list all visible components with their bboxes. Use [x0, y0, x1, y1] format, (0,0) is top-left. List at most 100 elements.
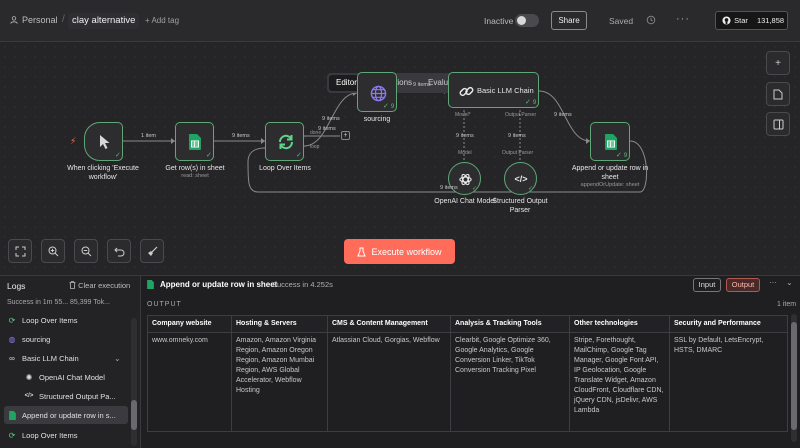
chain-icon: ∞: [9, 353, 15, 363]
table-header: Security and Performance: [669, 315, 788, 333]
saved-status: Saved: [609, 16, 634, 26]
add-node-plus-icon[interactable]: +: [341, 131, 350, 140]
output-table: Company website Hosting & Servers CMS & …: [147, 315, 788, 432]
project-name: Personal: [22, 15, 58, 25]
table-cell: Stripe, Forethought, MailChimp, Google T…: [569, 332, 670, 432]
success-check-icon: ✓ 9: [383, 103, 395, 110]
active-toggle[interactable]: [515, 14, 539, 27]
status-label: Inactive: [484, 16, 514, 26]
top-bar: Personal / clay alternative + Add tag In…: [0, 0, 800, 42]
google-sheets-icon: [604, 133, 618, 151]
logs-scroll-thumb[interactable]: [131, 400, 137, 430]
user-icon: [10, 16, 18, 24]
log-item-label: Structured Output Pa...: [39, 391, 116, 401]
zoom-out-icon: [81, 246, 91, 256]
log-item[interactable]: ⟳ Loop Over Items: [4, 426, 128, 444]
log-item-label: Loop Over Items: [22, 430, 78, 440]
chevron-down-icon[interactable]: ⌄: [114, 354, 121, 363]
output-toggle-button[interactable]: Output: [726, 278, 760, 292]
github-star-button[interactable]: Star: [715, 11, 755, 30]
workflow-canvas[interactable]: Editor Executions Evaluations ⚡ ✓ When c…: [0, 42, 800, 275]
sticky-note-button[interactable]: [766, 82, 790, 106]
sheet-icon: [7, 410, 17, 420]
undo-icon: [113, 247, 124, 256]
node-basic-llm-chain[interactable]: Basic LLM Chain ✓ 9: [448, 72, 539, 108]
llm-model-port: Model*: [455, 112, 471, 118]
more-options-icon[interactable]: ···: [769, 278, 777, 287]
logs-scrollbar[interactable]: [131, 318, 137, 446]
log-item[interactable]: ✺ OpenAI Chat Model: [4, 368, 128, 386]
label-llm-append: 9 items: [554, 112, 572, 118]
node-append-update-row[interactable]: ✓ 9: [590, 122, 630, 161]
clear-execution-button[interactable]: Clear execution: [69, 281, 130, 290]
logs-title: Logs: [7, 281, 26, 291]
more-options-icon[interactable]: ···: [676, 13, 690, 25]
github-star-count[interactable]: 131,858: [754, 11, 788, 30]
breadcrumb-separator: /: [62, 14, 65, 25]
node-sourcing[interactable]: ✓ 9: [357, 72, 397, 112]
zoom-out-button[interactable]: [74, 239, 98, 263]
zoom-in-icon: [48, 246, 58, 256]
table-row: www.omneky.com Amazon, Amazon Virginia R…: [147, 332, 788, 432]
node-loop-over-items[interactable]: ✓: [265, 122, 304, 161]
note-icon: [773, 89, 783, 99]
success-check-icon: ✓ 9: [525, 99, 537, 106]
add-tag-button[interactable]: + Add tag: [145, 16, 179, 25]
run-count-badge: 9: [623, 153, 628, 159]
log-item[interactable]: Append or update row in s...: [4, 406, 128, 424]
flask-icon: [357, 247, 367, 256]
clear-execution-label: Clear execution: [78, 281, 131, 290]
node-llm-chain-label: Basic LLM Chain: [477, 86, 534, 95]
execute-workflow-button[interactable]: Execute workflow: [344, 239, 455, 264]
table-cell: SSL by Default, LetsEncrypt, HSTS, DMARC: [669, 332, 788, 432]
add-node-button[interactable]: +: [766, 51, 790, 75]
node-parser-label: Structured Output Parser: [492, 198, 548, 214]
node-get-rows[interactable]: ✓: [175, 122, 214, 161]
output-scrollbar[interactable]: [791, 314, 797, 442]
undo-button[interactable]: [107, 239, 131, 263]
loop-arrows-icon: [276, 132, 296, 152]
success-check-icon: ✓: [115, 152, 121, 159]
log-item[interactable]: </> Structured Output Pa...: [4, 387, 128, 405]
breadcrumb-project[interactable]: Personal: [10, 15, 58, 25]
chain-link-icon: [456, 81, 476, 101]
node-manual-trigger[interactable]: ✓: [84, 122, 123, 161]
github-star-label: Star: [734, 16, 748, 25]
log-item[interactable]: ∞ Basic LLM Chain ⌄: [4, 349, 128, 367]
log-item[interactable]: ⟳ Loop Over Items: [4, 311, 128, 329]
globe-icon: ◍: [8, 334, 16, 344]
logs-summary: Success in 1m 55... 85,399 Tok...: [7, 299, 110, 306]
node-get-rows-sub: read: sheet: [181, 173, 209, 179]
google-sheets-icon: [188, 133, 202, 151]
share-button[interactable]: Share: [551, 11, 587, 30]
run-count-badge: 9: [532, 100, 537, 106]
cursor-icon: [96, 132, 114, 152]
zoom-in-button[interactable]: [41, 239, 65, 263]
trigger-bolt-icon: ⚡: [70, 136, 77, 146]
log-item-label: sourcing: [22, 334, 51, 344]
label-loop-sourcing: 9 items: [322, 116, 340, 122]
broom-icon: [147, 246, 157, 256]
table-cell: Atlassian Cloud, Gorgias, Webflow: [327, 332, 451, 432]
fit-view-button[interactable]: [8, 239, 32, 263]
run-count-badge: 9: [390, 104, 395, 110]
log-item-label: Append or update row in s...: [22, 410, 116, 420]
label-llm-model: 9 items: [456, 133, 474, 139]
log-item-label: Basic LLM Chain: [22, 353, 79, 363]
workflow-name[interactable]: clay alternative: [68, 13, 140, 29]
openai-model-port: Model: [458, 150, 472, 156]
output-scroll-thumb[interactable]: [791, 322, 797, 430]
collapse-icon[interactable]: ⌄: [786, 278, 793, 287]
history-icon[interactable]: [646, 15, 656, 28]
node-structured-output-parser[interactable]: </> ✓: [504, 162, 537, 195]
log-item[interactable]: ◍ sourcing: [4, 330, 128, 348]
input-toggle-button[interactable]: Input: [693, 278, 721, 292]
panel-icon: [773, 119, 783, 129]
execute-workflow-label: Execute workflow: [371, 246, 442, 257]
detail-status: Success in 4.252s: [272, 280, 333, 289]
openai-icon: ✺: [25, 372, 33, 382]
output-section-label: OUTPUT: [147, 301, 182, 308]
github-icon: [722, 16, 731, 25]
clean-up-button[interactable]: [140, 239, 164, 263]
toggle-panel-button[interactable]: [766, 112, 790, 136]
